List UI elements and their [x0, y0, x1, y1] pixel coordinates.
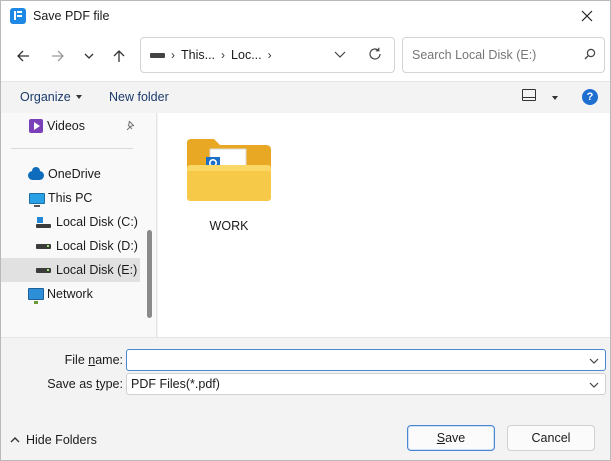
save-label: ave	[445, 431, 466, 445]
chevron-right-icon: ›	[221, 48, 226, 62]
organize-menu[interactable]: Organize	[20, 90, 82, 104]
sidebar-item-onedrive[interactable]: OneDrive	[1, 162, 140, 186]
file-name-field[interactable]	[126, 349, 606, 371]
folder-name: WORK	[209, 219, 249, 233]
chevron-down-icon	[589, 382, 599, 388]
cancel-button[interactable]: Cancel	[507, 425, 595, 451]
save-as-type-select[interactable]: PDF Files(*.pdf)	[126, 373, 606, 395]
save-button[interactable]: Save	[407, 425, 495, 451]
sidebar-item-videos[interactable]: Videos	[1, 114, 140, 138]
windows-drive-icon	[36, 216, 51, 228]
organize-label: Organize	[20, 90, 71, 104]
sidebar-item-local-disk-d[interactable]: Local Disk (D:)	[1, 234, 140, 258]
cloud-icon	[28, 166, 44, 180]
file-list: WORK	[158, 113, 610, 337]
sidebar-divider	[11, 148, 133, 149]
chevron-down-icon[interactable]	[589, 356, 599, 366]
network-icon	[28, 288, 44, 304]
address-bar[interactable]: › This... › Loc... ›	[140, 37, 395, 73]
sidebar-item-label: Local Disk (D:)	[56, 239, 138, 253]
new-folder-label: New folder	[109, 90, 169, 104]
navigation-bar: › This... › Loc... ›	[1, 31, 610, 81]
help-icon[interactable]: ?	[582, 89, 598, 105]
new-folder-button[interactable]: New folder	[109, 90, 169, 104]
sidebar-item-label: OneDrive	[48, 167, 101, 181]
caret-down-icon	[75, 95, 82, 99]
chevron-right-icon: ›	[267, 48, 272, 62]
hide-folders-label: Hide Folders	[26, 433, 97, 447]
folder-icon	[187, 139, 271, 201]
drive-icon	[150, 52, 165, 58]
save-form: File name: Save as type: PDF Files(*.pdf…	[1, 337, 610, 460]
close-icon	[581, 10, 593, 22]
sidebar-item-network[interactable]: Network	[1, 282, 140, 306]
arrow-right-icon	[52, 50, 64, 62]
sidebar-item-label: Videos	[47, 119, 85, 133]
forward-button[interactable]	[45, 43, 71, 69]
refresh-icon[interactable]	[368, 47, 382, 61]
sidebar-item-label: Network	[47, 287, 93, 301]
cancel-label: Cancel	[531, 431, 571, 445]
up-button[interactable]	[106, 43, 132, 69]
close-button[interactable]	[564, 1, 610, 31]
sidebar-item-label: This PC	[48, 191, 93, 205]
sidebar-scrollbar[interactable]	[147, 230, 152, 318]
address-history-chevron-icon[interactable]	[334, 48, 346, 60]
computer-icon	[29, 192, 45, 207]
window-title: Save PDF file	[33, 9, 110, 23]
sidebar-item-this-pc[interactable]: This PC	[1, 186, 140, 210]
breadcrumb-this-pc[interactable]: This...	[181, 48, 215, 62]
sidebar-item-local-disk-c[interactable]: Local Disk (C:)	[1, 210, 140, 234]
search-input[interactable]	[410, 46, 580, 64]
sidebar-item-label: Local Disk (E:)	[56, 263, 138, 277]
sidebar-item-label: Local Disk (C:)	[56, 215, 138, 229]
search-icon	[584, 48, 596, 60]
pin-icon	[126, 120, 135, 131]
view-options-icon[interactable]	[522, 89, 536, 101]
navigation-pane: Videos OneDrive This PC Local Disk (C:) …	[1, 113, 157, 337]
breadcrumb-local-disk[interactable]: Loc...	[231, 48, 262, 62]
search-box[interactable]	[402, 37, 605, 73]
arrow-up-icon	[113, 50, 125, 62]
back-button[interactable]	[10, 43, 36, 69]
file-name-input[interactable]	[131, 352, 581, 368]
caret-down-icon[interactable]	[552, 96, 558, 100]
chevron-right-icon: ›	[171, 48, 175, 62]
save-mnemonic: S	[436, 431, 446, 445]
drive-icon	[36, 267, 51, 273]
app-icon	[10, 8, 26, 24]
folder-item-work[interactable]: WORK	[184, 131, 274, 235]
recent-locations-button[interactable]	[76, 43, 102, 69]
save-as-type-label: Save as type:	[47, 377, 123, 391]
file-name-label: File name:	[64, 353, 123, 367]
chevron-up-icon	[10, 437, 20, 443]
videos-icon	[29, 119, 43, 133]
save-as-type-value: PDF Files(*.pdf)	[131, 377, 220, 391]
arrow-left-icon	[17, 50, 29, 62]
hide-folders-button[interactable]: Hide Folders	[10, 433, 97, 447]
drive-icon	[36, 243, 51, 249]
chevron-down-icon	[84, 53, 94, 59]
save-dialog: Save PDF file › This... › Loc... › Searc…	[0, 0, 611, 461]
command-bar: Organize New folder ?	[1, 81, 610, 113]
sidebar-item-local-disk-e[interactable]: Local Disk (E:)	[1, 258, 140, 282]
title-bar: Save PDF file	[1, 1, 610, 31]
